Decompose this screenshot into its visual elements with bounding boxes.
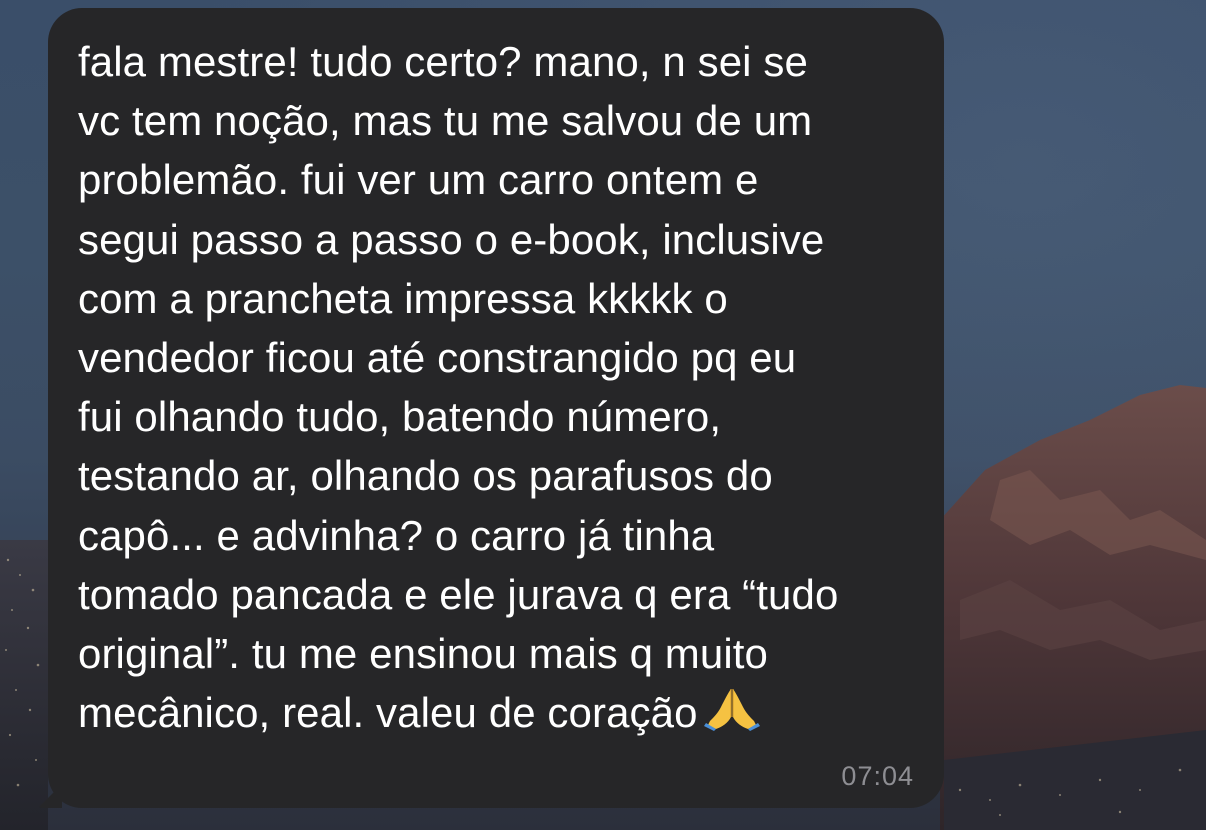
message-timestamp: 07:04	[841, 761, 914, 791]
message-line: capô... e advinha? o carro já tinha	[78, 511, 715, 559]
folded-hands-icon	[703, 689, 760, 732]
message-line: tomado pancada e ele jurava q era “tudo	[78, 570, 839, 618]
message-line: problemão. fui ver um carro ontem e	[78, 156, 759, 204]
message-line: segui passo a passo o e-book, inclusive	[78, 215, 825, 263]
message-line: original”. tu me ensinou mais q muito	[78, 630, 769, 678]
message-line: fui olhando tudo, batendo número,	[78, 393, 722, 441]
message-line: testando ar, olhando os parafusos do	[78, 452, 773, 500]
message-line: fala mestre! tudo certo? mano, n sei se	[78, 38, 808, 85]
message-line: vc tem noção, mas tu me salvou de um	[78, 97, 813, 145]
message-line: mecânico, real. valeu de coração	[78, 689, 698, 737]
message-text: fala mestre! tudo certo? mano, n sei se …	[78, 32, 910, 742]
message-line: vendedor ficou até constrangido pq eu	[78, 334, 797, 382]
message-bubble[interactable]: fala mestre! tudo certo? mano, n sei se …	[48, 8, 944, 808]
message-line: com a prancheta impressa kkkkk o	[78, 274, 728, 322]
